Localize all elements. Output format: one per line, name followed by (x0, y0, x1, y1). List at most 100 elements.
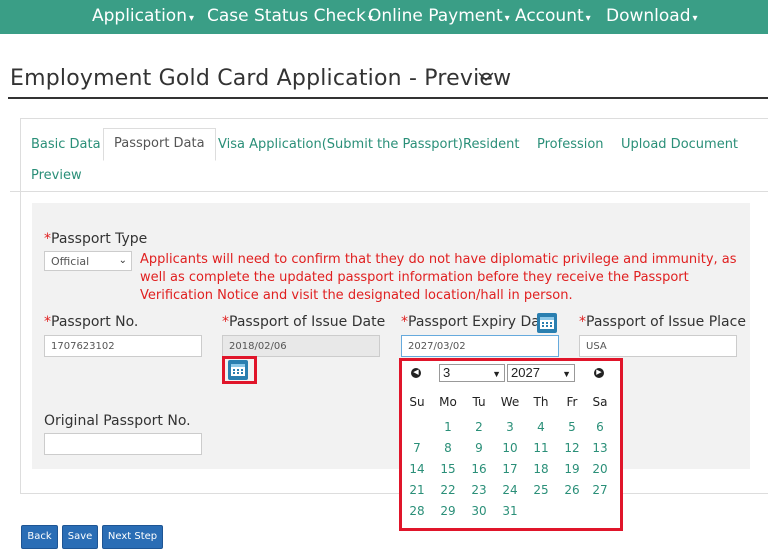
issue-date-label: *Passport of Issue Date (222, 314, 385, 330)
calendar-day[interactable]: 23 (465, 483, 493, 497)
calendar-day[interactable]: 5 (558, 420, 586, 434)
calendar-day[interactable]: 24 (496, 483, 524, 497)
next-step-button[interactable]: Next Step (102, 525, 163, 549)
calendar-day[interactable]: 28 (403, 504, 431, 518)
weekday-label: Mo (439, 395, 457, 409)
calendar-day[interactable]: 13 (586, 441, 614, 455)
page-title: Employment Gold Card Application - Previ… (10, 66, 512, 91)
nav-online-payment[interactable]: Online Payment ▾ (368, 6, 510, 26)
passport-type-label-text: Passport Type (51, 231, 148, 247)
calendar-day[interactable]: 8 (434, 441, 462, 455)
calendar-day[interactable]: 7 (403, 441, 431, 455)
calendar-day[interactable]: 14 (403, 462, 431, 476)
passport-type-label: *Passport Type (44, 231, 147, 247)
calendar-day[interactable]: 26 (558, 483, 586, 497)
issue-date-input[interactable]: 2018/02/06 (222, 335, 380, 357)
expiry-date-input[interactable]: 2027/03/02 (401, 335, 559, 357)
calendar-day[interactable]: 12 (558, 441, 586, 455)
tab-visa-application[interactable]: Visa Application(Submit the Passport) (218, 137, 463, 152)
expiry-date-label-text: Passport Expiry Date (408, 314, 554, 330)
year-select[interactable]: 2027 ▼ (507, 364, 575, 382)
tab-preview[interactable]: Preview (31, 168, 82, 183)
calendar-day[interactable]: 30 (465, 504, 493, 518)
nav-case-status-label: Case Status Check (207, 6, 366, 26)
calendar-icon[interactable] (228, 360, 248, 380)
calendar-day[interactable]: 2 (465, 420, 493, 434)
next-month-icon[interactable]: ▶ (594, 368, 604, 378)
weekday-label: Fr (566, 395, 578, 409)
calendar-day[interactable]: 27 (586, 483, 614, 497)
calendar-day[interactable]: 4 (527, 420, 555, 434)
calendar-day[interactable]: 9 (465, 441, 493, 455)
nav-case-status-check[interactable]: Case Status Check ▾ (207, 6, 373, 26)
required-mark: * (44, 314, 51, 330)
tab-basic-data[interactable]: Basic Data (31, 137, 101, 152)
calendar-day[interactable]: 19 (558, 462, 586, 476)
calendar-icon-header (231, 364, 245, 367)
issue-date-label-text: Passport of Issue Date (229, 314, 386, 330)
weekday-label: Th (533, 395, 549, 409)
weekday-label: We (500, 395, 520, 409)
nav-download[interactable]: Download ▾ (606, 6, 698, 26)
required-mark: * (44, 231, 51, 247)
warning-spacer (44, 251, 140, 269)
calendar-icon[interactable] (537, 313, 557, 333)
issue-place-label-text: Passport of Issue Place (586, 314, 746, 330)
calendar-day[interactable]: 25 (527, 483, 555, 497)
top-navigation: Application ▾ Case Status Check ▾ Online P… (0, 0, 768, 34)
calendar-day[interactable]: 20 (586, 462, 614, 476)
required-mark: * (401, 314, 408, 330)
chevron-down-icon: ▼ (492, 369, 501, 379)
calendar-day[interactable]: 21 (403, 483, 431, 497)
original-passport-no-input[interactable] (44, 433, 202, 455)
year-value: 2027 (511, 365, 540, 380)
calendar-day[interactable]: 17 (496, 462, 524, 476)
tab-passport-data[interactable]: Passport Data (103, 128, 216, 161)
back-button[interactable]: Back (21, 525, 58, 549)
required-mark: * (222, 314, 229, 330)
required-mark: * (579, 314, 586, 330)
original-passport-no-label: Original Passport No. (44, 413, 191, 429)
month-value: 3 (443, 365, 451, 380)
issue-place-label: *Passport of Issue Place (579, 314, 746, 330)
issue-place-input[interactable]: USA (579, 335, 737, 357)
expiry-date-label: *Passport Expiry Date (401, 314, 554, 330)
calendar-day[interactable]: 29 (434, 504, 462, 518)
calendar-day[interactable]: 11 (527, 441, 555, 455)
tab-divider (10, 191, 768, 192)
chevron-down-icon: ▾ (692, 13, 698, 24)
prev-month-icon[interactable]: ◀ (411, 368, 421, 378)
calendar-day[interactable]: 6 (586, 420, 614, 434)
nav-application[interactable]: Application ▾ (92, 6, 194, 26)
calendar-icon-grid (233, 369, 243, 374)
passport-no-label: *Passport No. (44, 314, 138, 330)
calendar-day[interactable]: 16 (465, 462, 493, 476)
warning-message: Applicants will need to confirm that the… (140, 252, 737, 303)
calendar-day[interactable]: 10 (496, 441, 524, 455)
tab-resident[interactable]: Resident (463, 137, 519, 152)
chevron-down-icon: ▼ (562, 369, 571, 379)
tab-profession[interactable]: Profession (537, 137, 604, 152)
title-divider (8, 97, 768, 99)
calendar-day[interactable]: 3 (496, 420, 524, 434)
calendar-icon-header (540, 317, 554, 320)
save-button[interactable]: Save (62, 525, 98, 549)
calendar-day[interactable]: 31 (496, 504, 524, 518)
nav-download-label: Download (606, 6, 691, 26)
calendar-day[interactable]: 15 (434, 462, 462, 476)
passport-no-input[interactable]: 1707623102 (44, 335, 202, 357)
chevron-down-icon[interactable] (478, 70, 494, 84)
weekday-label: Tu (472, 395, 486, 409)
nav-account[interactable]: Account ▾ (515, 6, 591, 26)
weekday-label: Sa (592, 395, 608, 409)
passport-no-label-text: Passport No. (51, 314, 139, 330)
month-select[interactable]: 3 ▼ (439, 364, 505, 382)
chevron-down-icon: ▾ (504, 13, 510, 24)
nav-application-label: Application (92, 6, 187, 26)
calendar-day[interactable]: 1 (434, 420, 462, 434)
tab-upload-document[interactable]: Upload Document (621, 137, 738, 152)
nav-online-payment-label: Online Payment (368, 6, 503, 26)
calendar-icon-grid (542, 322, 552, 327)
calendar-day[interactable]: 22 (434, 483, 462, 497)
calendar-day[interactable]: 18 (527, 462, 555, 476)
